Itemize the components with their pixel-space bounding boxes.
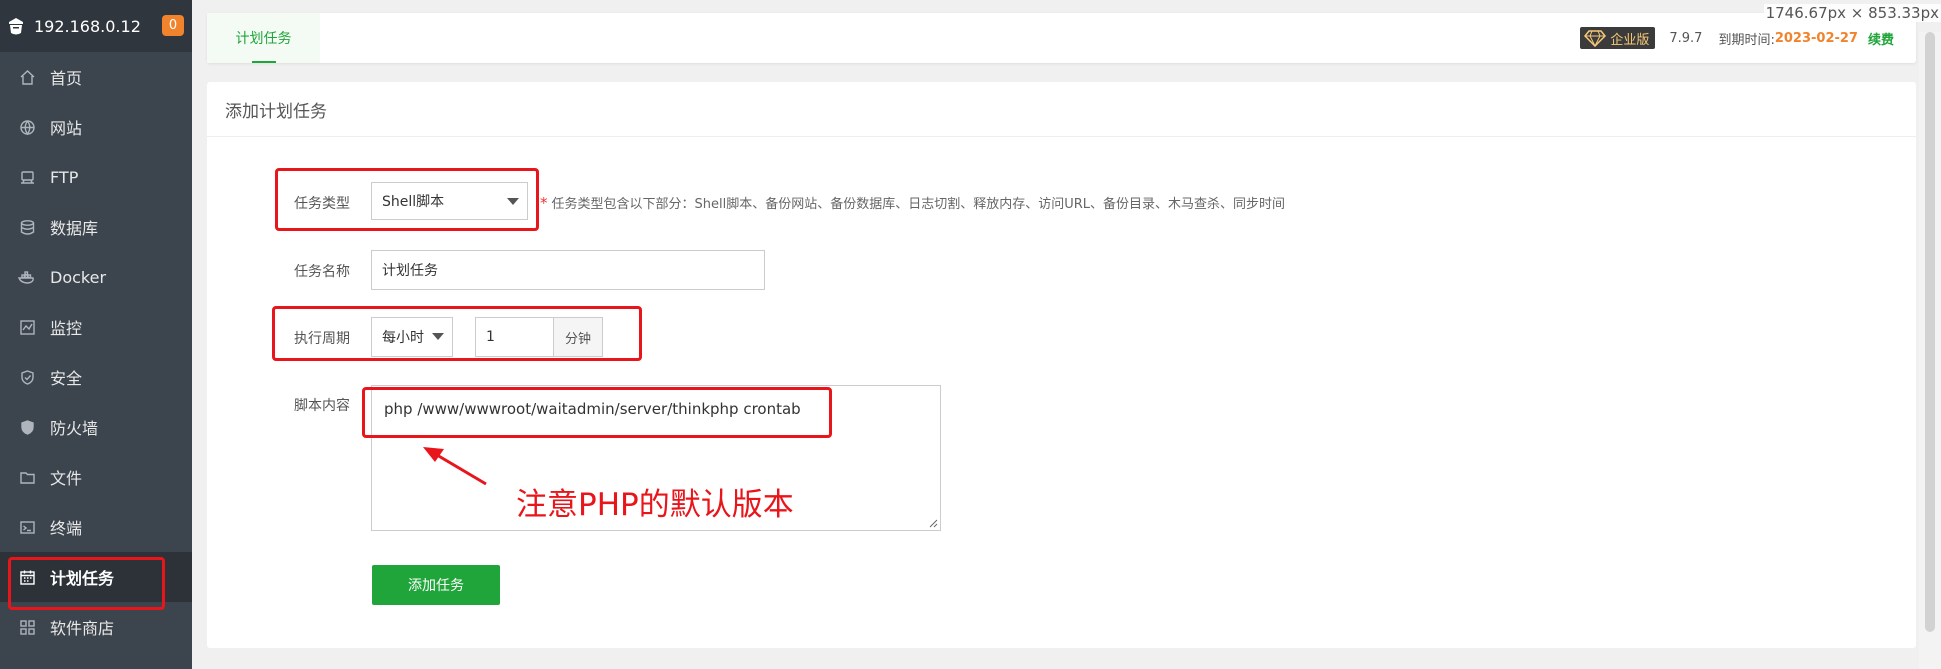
sidebar-item-label: 终端: [50, 519, 83, 538]
task-name-label: 任务名称: [294, 264, 350, 280]
resize-grip-icon[interactable]: [929, 519, 938, 528]
sidebar-item-label: 首页: [50, 69, 83, 88]
ftp-icon: [18, 168, 36, 186]
license-info: 企业版 7.9.7 到期时间: 2023-02-27 续费: [1580, 27, 1894, 49]
period-select[interactable]: 每小时: [371, 317, 453, 357]
screen-size-readout: 1746.67px × 853.33px: [1763, 4, 1941, 22]
sidebar-item-label: 监控: [50, 319, 83, 338]
sidebar-item-label: 计划任务: [50, 569, 115, 588]
monitor-icon: [18, 318, 36, 336]
expire-date: 2023-02-27: [1774, 30, 1858, 46]
sidebar-item-label: FTP: [50, 167, 79, 187]
sidebar-item-app-store[interactable]: 软件商店: [0, 602, 192, 652]
diamond-icon: [1584, 29, 1607, 47]
period-label: 执行周期: [294, 331, 350, 347]
sidebar-item-ftp[interactable]: FTP: [0, 152, 192, 202]
sidebar-item-label: Docker: [50, 267, 107, 287]
top-bar: 计划任务 企业版 7.9.7 到期时间: 2023-02-27 续费: [207, 13, 1916, 63]
task-type-value: Shell脚本: [382, 194, 445, 210]
task-type-hint-text: 任务类型包含以下部分：Shell脚本、备份网站、备份数据库、日志切割、释放内存、…: [551, 197, 1286, 212]
notification-badge[interactable]: 0: [162, 15, 184, 36]
database-icon: [18, 218, 36, 236]
sidebar-item-label: 防火墙: [50, 419, 99, 438]
task-type-label: 任务类型: [294, 196, 350, 212]
scrollbar-thumb[interactable]: [1925, 32, 1935, 632]
enterprise-badge[interactable]: 企业版: [1580, 27, 1656, 49]
sidebar-item-terminal[interactable]: 终端: [0, 502, 192, 552]
sidebar-item-label: 文件: [50, 469, 83, 488]
script-label: 脚本内容: [294, 398, 350, 414]
add-cron-card: 添加计划任务 任务类型 Shell脚本 * 任务类型包含以下部分：Shell脚本、…: [207, 82, 1916, 648]
chevron-down-icon: [432, 333, 444, 340]
add-task-button[interactable]: 添加任务: [372, 565, 500, 605]
tab-cron[interactable]: 计划任务: [207, 13, 320, 63]
terminal-icon: [18, 518, 36, 536]
sidebar-item-firewall[interactable]: 防火墙: [0, 402, 192, 452]
panel-logo-icon: [6, 16, 26, 36]
apps-icon: [18, 618, 36, 636]
edition-label: 企业版: [1610, 32, 1650, 48]
sidebar-item-label: 软件商店: [50, 619, 115, 638]
task-type-select[interactable]: Shell脚本: [371, 182, 528, 220]
page-title: 添加计划任务: [207, 82, 1916, 137]
sidebar-item-monitor[interactable]: 监控: [0, 302, 192, 352]
annotation-note: 注意PHP的默认版本: [516, 487, 794, 523]
period-value: 每小时: [382, 330, 424, 346]
page-scrollbar[interactable]: [1919, 32, 1941, 669]
folder-icon: [18, 468, 36, 486]
required-asterisk: *: [540, 194, 548, 212]
script-content: php /www/wwwroot/waitadmin/server/thinkp…: [384, 400, 801, 418]
sidebar-item-home[interactable]: 首页: [0, 52, 192, 102]
minute-unit: 分钟: [553, 317, 603, 357]
sidebar: 192.168.0.12 0 首页 网站 FTP 数据库 Docker 监控 安…: [0, 0, 192, 669]
sidebar-item-security[interactable]: 安全: [0, 352, 192, 402]
version-number: 7.9.7: [1669, 30, 1703, 46]
annotation-arrow: [423, 447, 487, 486]
sidebar-item-files[interactable]: 文件: [0, 452, 192, 502]
sidebar-item-label: 网站: [50, 119, 83, 138]
sidebar-item-website[interactable]: 网站: [0, 102, 192, 152]
docker-icon: [18, 268, 36, 286]
firewall-icon: [18, 418, 36, 436]
expire-label: 到期时间:: [1718, 32, 1775, 48]
server-host: 192.168.0.12: [34, 16, 141, 36]
sidebar-item-label: 数据库: [50, 219, 99, 238]
sidebar-item-label: 安全: [50, 369, 83, 388]
shield-icon: [18, 368, 36, 386]
sidebar-item-docker[interactable]: Docker: [0, 252, 192, 302]
sidebar-header: 192.168.0.12 0: [0, 0, 192, 52]
sidebar-item-database[interactable]: 数据库: [0, 202, 192, 252]
home-icon: [18, 68, 36, 86]
sidebar-item-cron[interactable]: 计划任务: [0, 552, 192, 602]
globe-icon: [18, 118, 36, 136]
calendar-icon: [18, 568, 36, 586]
task-name-input[interactable]: 计划任务: [371, 250, 765, 290]
renew-link[interactable]: 续费: [1868, 29, 1894, 48]
chevron-down-icon: [507, 198, 519, 205]
task-type-hint: * 任务类型包含以下部分：Shell脚本、备份网站、备份数据库、日志切割、释放内存…: [540, 193, 1285, 212]
minute-input[interactable]: 1: [475, 317, 554, 357]
